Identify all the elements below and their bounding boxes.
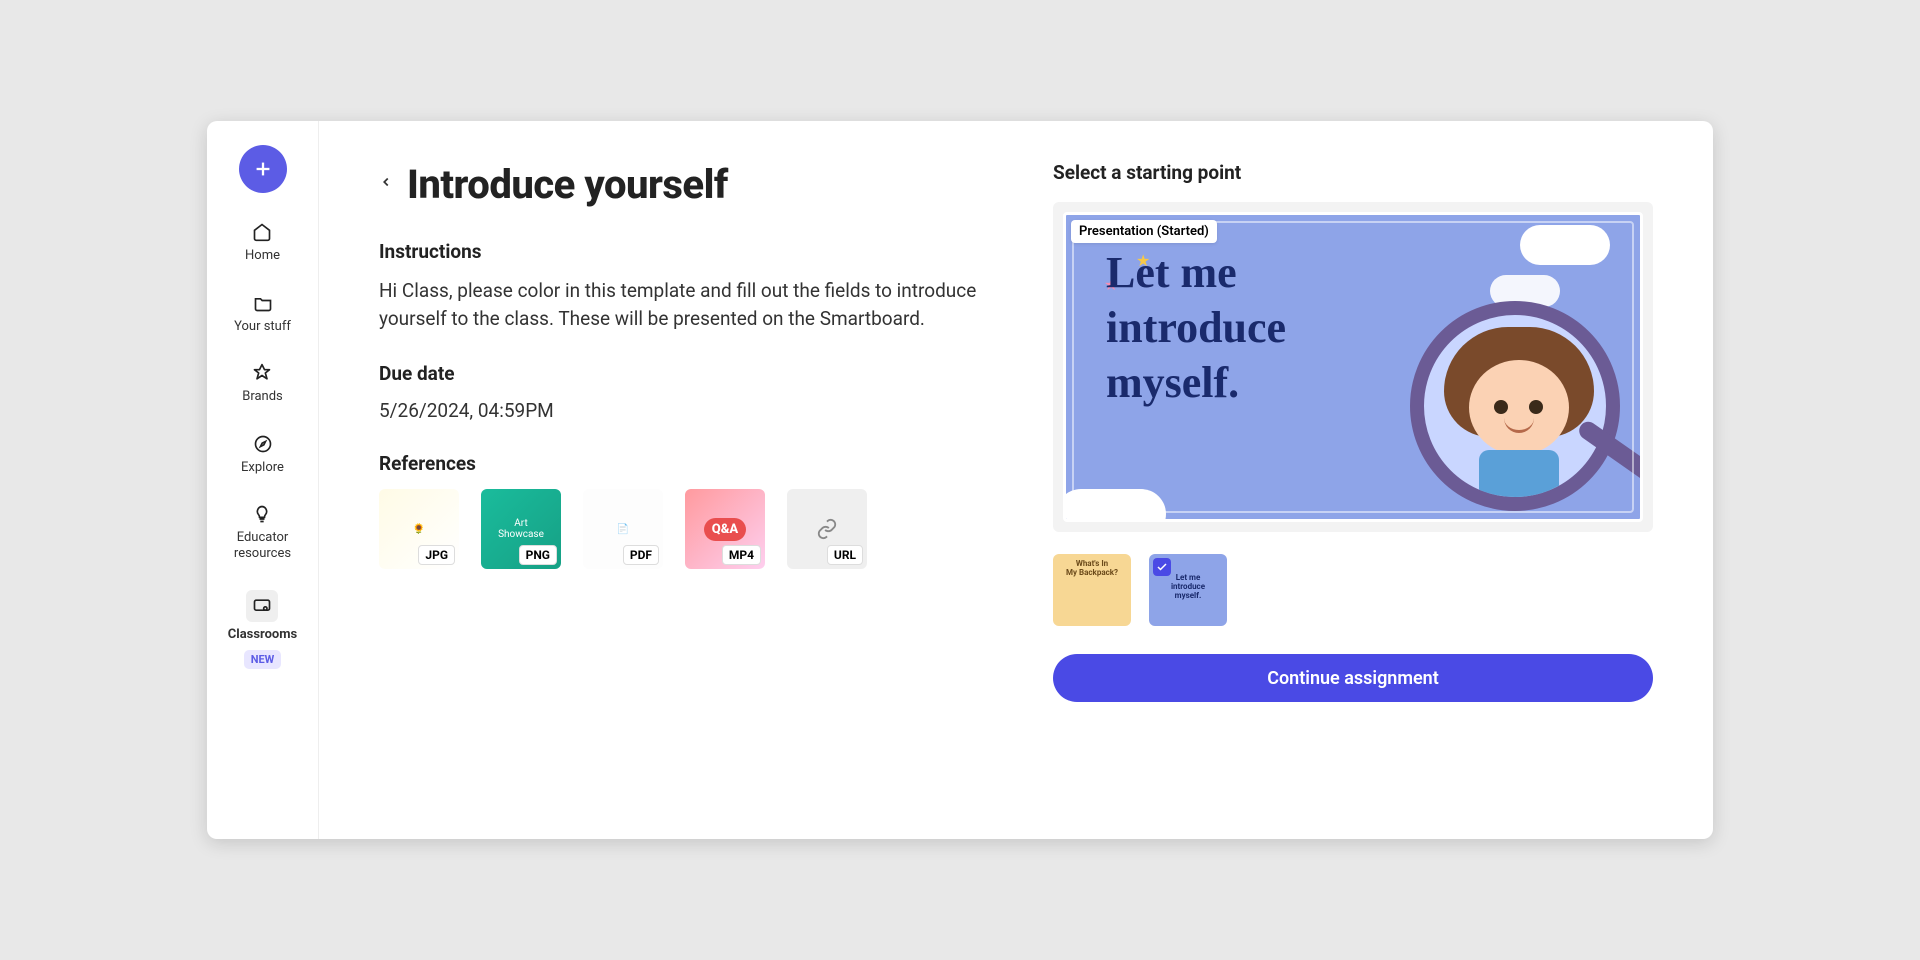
folder-icon	[252, 292, 274, 314]
reference-png[interactable]: Art Showcase PNG	[481, 489, 561, 569]
file-type-badge: PNG	[519, 545, 557, 565]
reference-pdf[interactable]: 📄 PDF	[583, 489, 663, 569]
starting-point-panel: Select a starting point Presentation (St…	[1053, 161, 1653, 809]
sidebar-item-label: Your stuff	[234, 319, 291, 335]
assignment-details: Introduce yourself Instructions Hi Class…	[379, 161, 993, 809]
sidebar-item-educator-resources[interactable]: Educator resources	[234, 503, 291, 561]
app-frame: Home Your stuff Brands Explore Educator …	[207, 121, 1713, 839]
references-heading: References	[379, 452, 993, 475]
template-thumb-backpack[interactable]: What's In My Backpack?	[1053, 554, 1131, 626]
thumb-title: What's In My Backpack?	[1053, 554, 1131, 578]
template-thumbnails: What's In My Backpack? Let me introduce …	[1053, 554, 1653, 626]
due-date-value: 5/26/2024, 04:59PM	[379, 399, 993, 422]
slide-text: Let me introduce myself.	[1106, 245, 1286, 410]
reference-thumbnail: 📄	[613, 520, 633, 539]
sidebar-item-label: Explore	[241, 460, 284, 476]
sidebar-item-explore[interactable]: Explore	[241, 433, 284, 476]
template-preview[interactable]: Presentation (Started) ★ ★ ★ Let me intr…	[1053, 202, 1653, 532]
star-decoration: ★	[1136, 251, 1158, 273]
references-list: 🌻 JPG Art Showcase PNG 📄 PDF Q&A MP4	[379, 489, 993, 569]
reference-jpg[interactable]: 🌻 JPG	[379, 489, 459, 569]
template-thumb-introduce[interactable]: Let me introduce myself.	[1149, 554, 1227, 626]
starting-point-heading: Select a starting point	[1053, 161, 1653, 184]
new-badge: NEW	[244, 650, 282, 669]
file-type-badge: MP4	[722, 545, 761, 565]
classroom-icon	[246, 590, 278, 622]
sidebar-item-label: Educator resources	[234, 530, 291, 561]
star-decoration: ★	[1104, 275, 1126, 297]
sidebar-item-classrooms[interactable]: Classrooms NEW	[228, 590, 297, 670]
page-title: Introduce yourself	[407, 161, 728, 208]
sidebar-item-label: Home	[245, 248, 280, 264]
sidebar-item-brands[interactable]: Brands	[242, 362, 283, 405]
reference-mp4[interactable]: Q&A MP4	[685, 489, 765, 569]
compass-icon	[252, 433, 274, 455]
home-icon	[251, 221, 273, 243]
sidebar-item-home[interactable]: Home	[245, 221, 280, 264]
sidebar-item-label: Classrooms	[228, 627, 297, 643]
slide-preview: ★ ★ ★ Let me introduce myself.	[1063, 212, 1643, 522]
instructions-body: Hi Class, please color in this template …	[379, 277, 993, 332]
file-type-badge: PDF	[623, 545, 659, 565]
due-date-heading: Due date	[379, 362, 993, 385]
main-content: Introduce yourself Instructions Hi Class…	[319, 121, 1713, 839]
instructions-heading: Instructions	[379, 240, 993, 263]
reference-thumbnail: 🌻	[409, 520, 429, 539]
reference-url[interactable]: URL	[787, 489, 867, 569]
sidebar: Home Your stuff Brands Explore Educator …	[207, 121, 319, 839]
back-button[interactable]	[379, 171, 393, 199]
check-icon	[1156, 561, 1168, 573]
reference-thumbnail: Art Showcase	[494, 514, 548, 544]
sidebar-item-your-stuff[interactable]: Your stuff	[234, 292, 291, 335]
create-button[interactable]	[239, 145, 287, 193]
cloud-decoration	[1490, 275, 1560, 307]
status-badge: Presentation (Started)	[1071, 220, 1217, 243]
link-icon	[816, 518, 838, 540]
magnifier-handle	[1576, 418, 1643, 502]
continue-assignment-button[interactable]: Continue assignment	[1053, 654, 1653, 702]
reference-thumbnail: Q&A	[704, 518, 746, 541]
brand-icon	[251, 362, 273, 384]
file-type-badge: JPG	[418, 545, 455, 565]
lightbulb-icon	[251, 503, 273, 525]
character-illustration	[1410, 301, 1620, 511]
plus-icon	[252, 158, 274, 180]
sidebar-item-label: Brands	[242, 389, 283, 405]
cloud-decoration	[1063, 489, 1166, 522]
chevron-left-icon	[379, 171, 393, 193]
selected-check	[1153, 558, 1171, 576]
cloud-decoration	[1520, 225, 1610, 265]
file-type-badge: URL	[827, 545, 863, 565]
